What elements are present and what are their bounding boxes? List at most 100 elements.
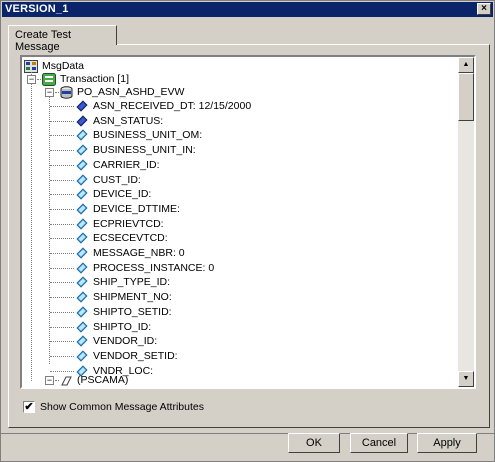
tree-item-field[interactable]: ASN_STATUS: bbox=[76, 114, 436, 129]
field-icon bbox=[76, 174, 88, 186]
tree-connector bbox=[50, 135, 74, 136]
field-icon bbox=[76, 144, 88, 156]
tree-viewport: MsgData − Transaction [1] − PO_ASN_ASHD_… bbox=[22, 57, 459, 387]
tab-label: Create Test Message bbox=[15, 29, 72, 53]
tree-item-label: DEVICE_ID: bbox=[93, 188, 152, 200]
scroll-thumb[interactable] bbox=[458, 73, 474, 121]
ok-button[interactable]: OK bbox=[288, 433, 340, 453]
field-icon bbox=[76, 291, 88, 303]
cancel-button[interactable]: Cancel bbox=[350, 433, 408, 453]
tree-item-field[interactable]: SHIP_TYPE_ID: bbox=[76, 275, 436, 290]
field-icon bbox=[76, 232, 88, 244]
tree-connector bbox=[55, 92, 59, 93]
tree-item-field[interactable]: SHIPTO_ID: bbox=[76, 320, 436, 335]
tree-connector bbox=[50, 209, 74, 210]
tree-connector bbox=[50, 253, 74, 254]
tree-item-label: ASN_RECEIVED_DT: 12/15/2000 bbox=[93, 100, 252, 112]
tab-create-test-message[interactable]: Create Test Message bbox=[8, 25, 117, 53]
tree-connector bbox=[55, 380, 59, 381]
tree-item-label: SHIPMENT_NO: bbox=[93, 291, 172, 303]
field-icon bbox=[76, 350, 88, 362]
tree-item-label: VENDOR_ID: bbox=[93, 335, 158, 347]
dialog-window: VERSION_1 × Create Test Message MsgData bbox=[0, 0, 495, 462]
tree-item-field[interactable]: SHIPMENT_NO: bbox=[76, 290, 436, 305]
tree-connector bbox=[50, 268, 74, 269]
window-title: VERSION_1 bbox=[5, 3, 69, 15]
tree-item-label: MESSAGE_NBR: 0 bbox=[93, 247, 185, 259]
tree-connector bbox=[50, 121, 74, 122]
tree-item-field[interactable]: BUSINESS_UNIT_OM: bbox=[76, 128, 436, 143]
field-icon bbox=[76, 129, 88, 141]
vertical-scrollbar[interactable]: ▲ ▼ bbox=[458, 57, 474, 387]
tree-connector bbox=[50, 224, 74, 225]
tree-item-field[interactable]: PROCESS_INSTANCE: 0 bbox=[76, 261, 436, 276]
tree-item-field[interactable]: CARRIER_ID: bbox=[76, 158, 436, 173]
tree-item-label: SHIPTO_ID: bbox=[93, 321, 152, 333]
tree-item-label: (PSCAMA) bbox=[77, 374, 129, 386]
tree-item-pscama[interactable]: (PSCAMA) bbox=[60, 373, 360, 387]
tree-connector bbox=[50, 356, 74, 357]
tree-item-label: CUST_ID: bbox=[93, 174, 141, 186]
tree-item-label: PROCESS_INSTANCE: 0 bbox=[93, 262, 215, 274]
field-icon bbox=[76, 203, 88, 215]
tree-item-label: SHIP_TYPE_ID: bbox=[93, 276, 171, 288]
tree-item-field[interactable]: MESSAGE_NBR: 0 bbox=[76, 246, 436, 261]
tree-connector bbox=[50, 371, 74, 372]
tree-item-label: SHIPTO_SETID: bbox=[93, 306, 172, 318]
record-icon bbox=[60, 86, 73, 99]
tree-item-label: ECSECEVTCD: bbox=[93, 232, 168, 244]
tree-item-field[interactable]: ECSECEVTCD: bbox=[76, 231, 436, 246]
apply-button[interactable]: Apply bbox=[417, 433, 477, 453]
tree-connector bbox=[50, 194, 74, 195]
show-common-attributes-checkbox[interactable]: ✔ bbox=[23, 401, 35, 413]
field-icon bbox=[76, 247, 88, 259]
tree-item-label: ECPRIEVTCD: bbox=[93, 218, 164, 230]
tree-item-label: DEVICE_DTTIME: bbox=[93, 203, 180, 215]
tree-connector bbox=[50, 327, 74, 328]
tree-item-field[interactable]: DEVICE_DTTIME: bbox=[76, 202, 436, 217]
scroll-up-arrow-icon[interactable]: ▲ bbox=[458, 57, 474, 73]
checkbox-label: Show Common Message Attributes bbox=[40, 401, 204, 413]
collapse-transaction-icon[interactable]: − bbox=[27, 75, 36, 84]
tree-connector bbox=[50, 341, 74, 342]
tree-item-field[interactable]: ASN_RECEIVED_DT: 12/15/2000 bbox=[76, 99, 436, 114]
message-tree: MsgData − Transaction [1] − PO_ASN_ASHD_… bbox=[20, 55, 476, 389]
tree-connector bbox=[50, 165, 74, 166]
close-button[interactable]: × bbox=[477, 3, 491, 15]
tree-connector bbox=[31, 81, 32, 381]
field-icon bbox=[76, 321, 88, 333]
tree-connector bbox=[50, 180, 74, 181]
tree-item-label: BUSINESS_UNIT_IN: bbox=[93, 144, 196, 156]
pscama-icon bbox=[61, 376, 72, 386]
field-icon bbox=[76, 159, 88, 171]
tree-item-field[interactable]: VENDOR_SETID: bbox=[76, 349, 436, 364]
tree-connector bbox=[50, 106, 74, 107]
tree-item-field[interactable]: BUSINESS_UNIT_IN: bbox=[76, 143, 436, 158]
tree-connector bbox=[50, 297, 74, 298]
tree-item-label: ASN_STATUS: bbox=[93, 115, 164, 127]
tree-item-field[interactable]: DEVICE_ID: bbox=[76, 187, 436, 202]
tree-item-label: CARRIER_ID: bbox=[93, 159, 160, 171]
field-icon bbox=[76, 188, 88, 200]
tree-item-record[interactable]: PO_ASN_ASHD_EVW bbox=[60, 85, 360, 100]
tree-item-field[interactable]: ECPRIEVTCD: bbox=[76, 217, 436, 232]
tree-item-field[interactable]: VENDOR_ID: bbox=[76, 334, 436, 349]
field-icon bbox=[76, 306, 88, 318]
tree-connector bbox=[50, 312, 74, 313]
key-field-icon bbox=[76, 100, 88, 112]
collapse-record-icon[interactable]: − bbox=[45, 88, 54, 97]
tree-item-label: PO_ASN_ASHD_EVW bbox=[77, 86, 185, 98]
scroll-down-arrow-icon[interactable]: ▼ bbox=[458, 371, 474, 387]
tree-connector bbox=[50, 282, 74, 283]
tree-item-field[interactable]: SHIPTO_SETID: bbox=[76, 305, 436, 320]
transaction-icon bbox=[42, 73, 56, 86]
field-icon bbox=[76, 262, 88, 274]
tree-item-field[interactable]: CUST_ID: bbox=[76, 173, 436, 188]
tree-item-label: VENDOR_SETID: bbox=[93, 350, 178, 362]
tree-connector bbox=[37, 79, 41, 80]
field-icon bbox=[76, 218, 88, 230]
key-field-icon bbox=[76, 115, 88, 127]
title-bar[interactable]: VERSION_1 × bbox=[2, 2, 493, 17]
collapse-pscama-icon[interactable]: − bbox=[45, 376, 54, 385]
tree-connector bbox=[50, 150, 74, 151]
